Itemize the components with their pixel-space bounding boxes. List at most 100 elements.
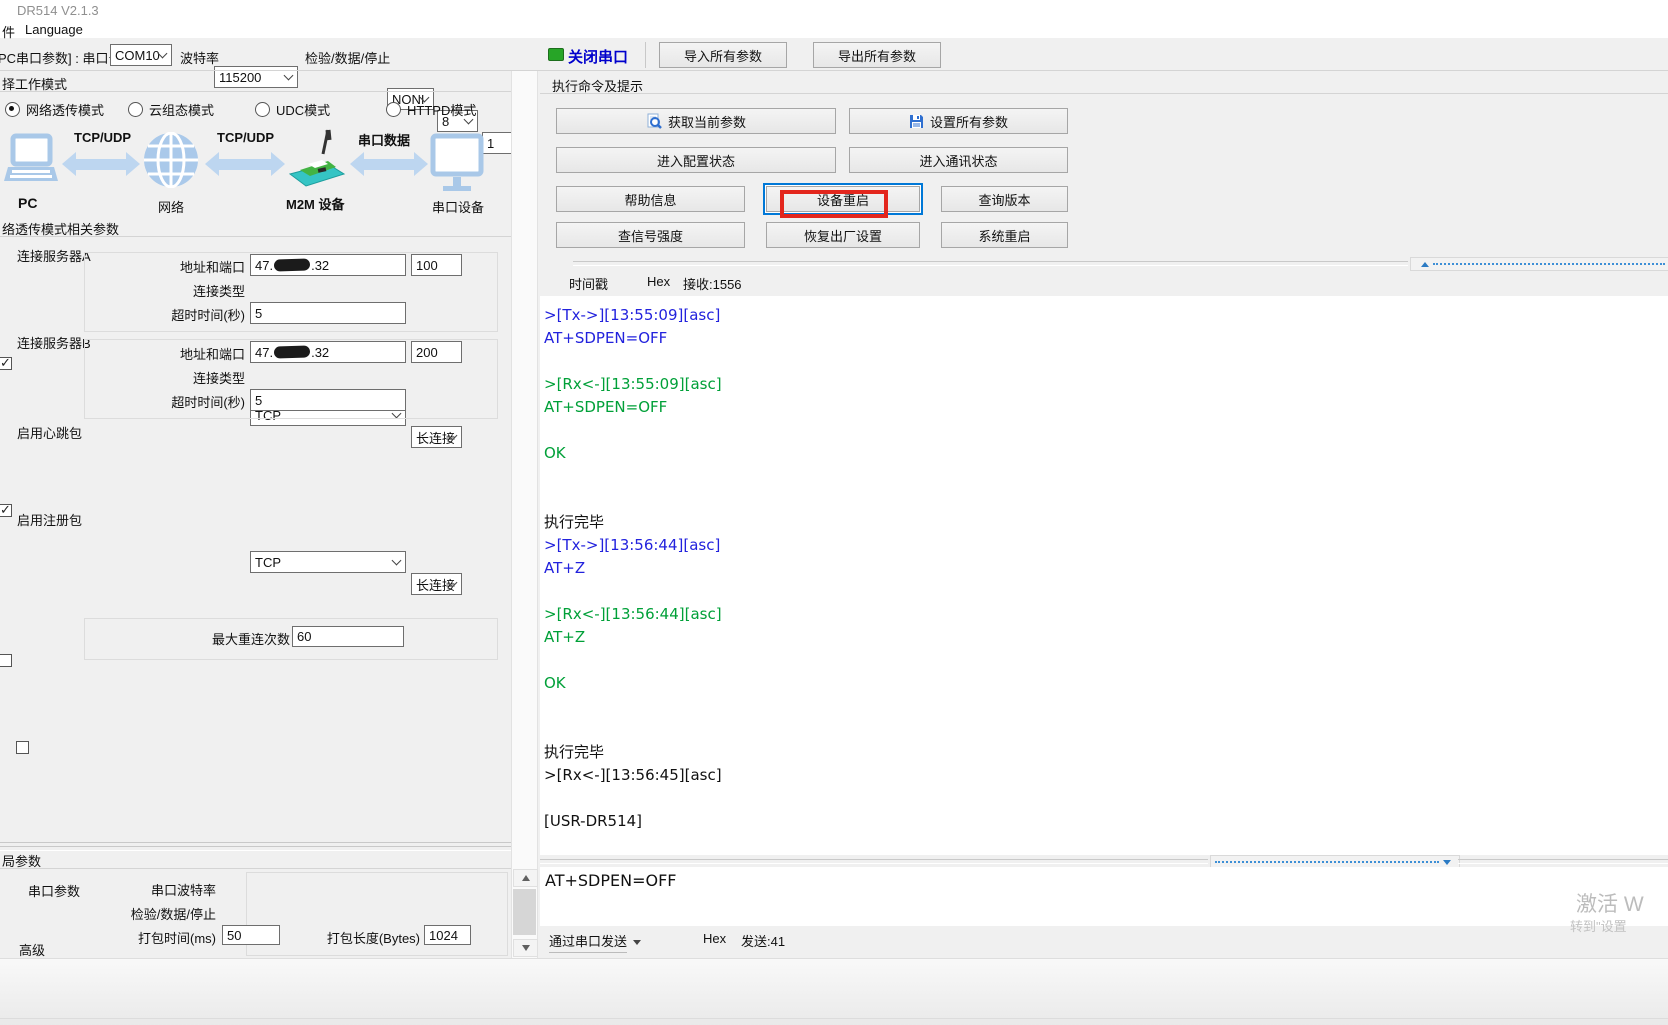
work-mode-option-1[interactable]: 云组态模式 <box>128 100 214 119</box>
send-text: AT+SDPEN=OFF <box>540 867 1668 890</box>
radio-icon[interactable] <box>128 102 143 117</box>
server-a-checkbox[interactable] <box>0 357 12 370</box>
log-output-area[interactable]: >[Tx->][13:55:09][asc]AT+SDPEN=OFF >[Rx<… <box>540 296 1668 855</box>
server-b-connmode-select[interactable]: 长连接 <box>411 573 462 595</box>
addr-start: 47. <box>255 258 273 273</box>
log-line: AT+SDPEN=OFF <box>544 396 1668 419</box>
arrow-network-m2m <box>205 152 285 176</box>
log-line: [USR-DR514] <box>544 810 1668 833</box>
reconnect-input[interactable]: 60 <box>292 626 404 647</box>
chevron-down-icon <box>284 71 294 81</box>
serial-params-label: 串口参数 <box>28 881 80 900</box>
get-params-button[interactable]: 获取当前参数 <box>556 108 836 134</box>
server-b-type-select[interactable]: TCP <box>250 551 406 573</box>
activate-windows-watermark: 激活 W <box>1576 888 1644 918</box>
reconnect-value: 60 <box>297 629 311 644</box>
menu-language[interactable]: Language <box>25 22 83 37</box>
splitter-dots <box>1433 263 1665 265</box>
heartbeat-checkbox[interactable] <box>0 654 12 667</box>
log-line <box>544 488 1668 511</box>
scrollbar-thumb[interactable] <box>513 889 536 935</box>
recv-counter: 接收:1556 <box>683 274 742 293</box>
server-b-timeout-label: 超时时间(秒) <box>145 392 245 411</box>
server-b-timeout-input[interactable]: 5 <box>250 389 406 411</box>
sent-counter: 发送:41 <box>741 931 785 950</box>
dropdown-arrow-icon <box>633 940 641 945</box>
port-status-icon <box>548 48 564 61</box>
app-window: DR514 V2.1.3 件 Language PC串口参数] : 串口号 CO… <box>0 0 1668 1025</box>
arrow-m2m-serial <box>350 152 428 176</box>
server-a-addr-label: 地址和端口 <box>145 257 245 276</box>
query-version-button[interactable]: 查询版本 <box>941 186 1068 212</box>
set-params-button[interactable]: 设置所有参数 <box>849 108 1068 134</box>
gp-packlen-input[interactable]: 1024 <box>424 925 471 945</box>
addr-end: .32 <box>311 258 329 273</box>
send-via-serial-button[interactable]: 通过串口发送 <box>549 931 641 953</box>
arrow-pc-network <box>62 152 140 176</box>
import-params-button[interactable]: 导入所有参数 <box>659 42 787 68</box>
register-checkbox[interactable] <box>16 741 29 754</box>
server-b-port-input[interactable]: 200 <box>411 341 462 363</box>
server-b-address-input[interactable]: 47..32 <box>250 341 406 363</box>
addr-start: 47. <box>255 345 273 360</box>
reconnect-label: 最大重连次数 <box>190 629 290 648</box>
pc-icon <box>4 133 58 194</box>
toolbar-divider <box>0 70 1668 71</box>
server-a-connmode-select[interactable]: 长连接 <box>411 426 462 448</box>
export-params-button[interactable]: 导出所有参数 <box>813 42 941 68</box>
serial-device-label: 串口设备 <box>432 197 484 216</box>
link1-label: TCP/UDP <box>74 130 131 145</box>
radio-icon[interactable] <box>255 102 270 117</box>
help-button[interactable]: 帮助信息 <box>556 186 745 212</box>
log-line <box>544 718 1668 741</box>
gp-parity-label: 检验/数据/停止 <box>116 904 216 923</box>
server-a-timeout-input[interactable]: 5 <box>250 302 406 324</box>
enter-config-button[interactable]: 进入配置状态 <box>556 147 836 173</box>
send-splitter-line-right <box>1458 859 1668 864</box>
baud-label: 波特率 <box>180 48 219 67</box>
annotation-red-box <box>780 190 888 218</box>
menu-file[interactable]: 件 <box>2 22 15 41</box>
redaction-mask <box>274 258 310 271</box>
work-mode-option-2[interactable]: UDC模式 <box>255 100 330 119</box>
radio-icon[interactable] <box>386 102 401 117</box>
search-doc-icon <box>646 113 662 129</box>
register-label: 启用注册包 <box>17 510 82 529</box>
radio-icon[interactable] <box>5 102 20 117</box>
stopbits-value: 1 <box>487 136 494 151</box>
scroll-down-button[interactable] <box>513 939 538 957</box>
system-reboot-button[interactable]: 系统重启 <box>941 222 1068 248</box>
work-mode-option-0[interactable]: 网络透传模式 <box>5 100 104 119</box>
gp-packtime-input[interactable]: 50 <box>222 925 280 945</box>
work-mode-option-3[interactable]: HTTPD模式 <box>386 100 476 119</box>
log-line <box>544 465 1668 488</box>
scroll-up-button[interactable] <box>513 869 538 887</box>
reconnect-group <box>84 618 498 660</box>
signal-strength-button[interactable]: 查信号强度 <box>556 222 745 248</box>
panel-divider <box>511 71 538 958</box>
work-mode-option-label: 云组态模式 <box>149 100 214 119</box>
work-mode-option-label: UDC模式 <box>276 100 330 119</box>
get-params-label: 获取当前参数 <box>668 112 746 131</box>
log-line <box>544 419 1668 442</box>
server-a-timeout-label: 超时时间(秒) <box>145 305 245 324</box>
log-line: OK <box>544 442 1668 465</box>
factory-reset-button[interactable]: 恢复出厂设置 <box>766 222 920 248</box>
m2m-device-icon <box>288 128 346 195</box>
server-a-address-input[interactable]: 47. .32 <box>250 254 406 276</box>
title-bar <box>0 0 1668 38</box>
close-port-button[interactable]: 关闭串口 <box>568 46 628 67</box>
baud-value: 115200 <box>219 70 261 85</box>
server-b-checkbox[interactable] <box>0 504 12 517</box>
com-port-select[interactable]: COM10 <box>110 44 172 66</box>
log-splitter-handle[interactable] <box>1410 257 1668 271</box>
bottom-zone <box>0 958 1668 1025</box>
enter-comm-button[interactable]: 进入通讯状态 <box>849 147 1068 173</box>
send-text-area[interactable]: AT+SDPEN=OFF <box>540 867 1668 926</box>
timeout-value: 5 <box>255 393 262 408</box>
server-a-label: 连接服务器A <box>17 246 91 265</box>
server-a-port-input[interactable]: 100 <box>411 254 462 276</box>
collapse-up-icon <box>1421 262 1429 267</box>
log-line: 执行完毕 <box>544 511 1668 534</box>
port-value: 200 <box>416 345 438 360</box>
